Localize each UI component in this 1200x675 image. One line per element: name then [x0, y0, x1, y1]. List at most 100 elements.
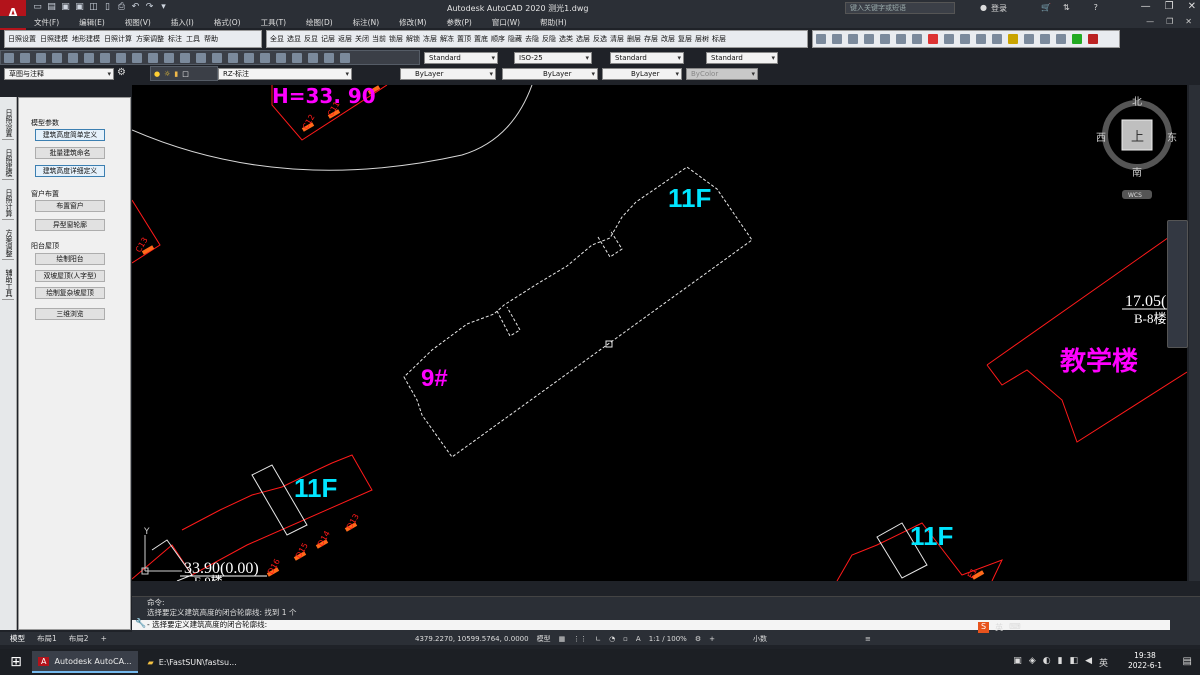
- zoom-icon[interactable]: [212, 52, 222, 63]
- tray-lang[interactable]: 英: [1099, 656, 1108, 669]
- ime-label[interactable]: 英: [995, 622, 1003, 633]
- zoom-window-icon[interactable]: [228, 52, 238, 63]
- btn-gable-roof[interactable]: 双坡屋顶(人字型): [35, 270, 105, 282]
- command-line[interactable]: 命令: 选择要定义建筑高度的闭合轮廓线: 找到 1 个 - 选择要定义建筑高度的…: [132, 596, 1200, 632]
- tool-icon[interactable]: [1056, 34, 1066, 44]
- notification-icon[interactable]: ▤: [1183, 656, 1192, 667]
- tb-help[interactable]: 帮助: [204, 34, 218, 44]
- tool-icon[interactable]: [912, 34, 922, 44]
- tb-layer-18[interactable]: 选层: [576, 34, 590, 44]
- doc-close-button[interactable]: ✕: [1185, 17, 1192, 26]
- tool-icon[interactable]: [864, 34, 874, 44]
- login-area[interactable]: ● 登录 🛒 ⇅ ?: [980, 3, 1098, 14]
- table-style-select[interactable]: Standard: [610, 52, 684, 64]
- grid-icon[interactable]: ▦: [559, 635, 566, 643]
- tb-layer-26[interactable]: 标层: [712, 34, 726, 44]
- sheetset-icon[interactable]: [292, 52, 302, 63]
- tb-layer-10[interactable]: 解冻: [440, 34, 454, 44]
- tb-sun-calc[interactable]: 日照计算: [104, 34, 132, 44]
- taskbar-explorer[interactable]: ▰ E:\FastSUN\fastsu...: [142, 651, 243, 673]
- toolpalette-icon[interactable]: [276, 52, 286, 63]
- menu-help[interactable]: 帮助(H): [540, 17, 567, 28]
- tab-add[interactable]: +: [101, 634, 107, 643]
- redo-icon[interactable]: ↷: [144, 2, 155, 13]
- tb-layer-22[interactable]: 存层: [644, 34, 658, 44]
- redo-icon[interactable]: [180, 52, 190, 63]
- wrench-icon[interactable]: 🔧: [135, 619, 146, 629]
- btn-draw-balcony[interactable]: 绘制阳台: [35, 253, 105, 265]
- tab-layout2[interactable]: 布局2: [69, 633, 89, 644]
- publish-icon[interactable]: [84, 52, 94, 63]
- btn-3d-browse[interactable]: 三维浏览: [35, 308, 105, 320]
- tb-layer-4[interactable]: 返层: [338, 34, 352, 44]
- menu-format[interactable]: 格式(O): [214, 17, 241, 28]
- tb-tools[interactable]: 工具: [186, 34, 200, 44]
- tb-layer-15[interactable]: 去隐: [525, 34, 539, 44]
- undo-icon[interactable]: [164, 52, 174, 63]
- chat-icon[interactable]: ◐: [1043, 656, 1051, 669]
- btn-simple-height[interactable]: 建筑高度简单定义: [35, 129, 105, 141]
- cart-icon[interactable]: 🛒: [1041, 3, 1051, 14]
- menu-view[interactable]: 视图(V): [125, 17, 151, 28]
- navigation-bar[interactable]: [1167, 220, 1188, 348]
- tb-layer-17[interactable]: 选类: [559, 34, 573, 44]
- menu-dimension[interactable]: 标注(N): [353, 17, 379, 28]
- plotstyle-select[interactable]: ByColor: [686, 68, 758, 80]
- add-icon[interactable]: +: [709, 635, 715, 643]
- tb-layer-2[interactable]: 反显: [304, 34, 318, 44]
- battery-icon[interactable]: ▮: [1058, 656, 1063, 669]
- close-button[interactable]: ✕: [1188, 1, 1196, 12]
- tb-layer-6[interactable]: 当前: [372, 34, 386, 44]
- vtab-sun-model[interactable]: 日照建模: [2, 147, 14, 180]
- text-style-select[interactable]: Standard: [424, 52, 498, 64]
- tool-icon[interactable]: [880, 34, 890, 44]
- vtab-aux-tools[interactable]: 辅助工具: [2, 267, 14, 300]
- tool-icon[interactable]: [928, 34, 938, 44]
- tb-layer-20[interactable]: 清层: [610, 34, 624, 44]
- tool-icon[interactable]: [832, 34, 842, 44]
- tb-layer-1[interactable]: 选显: [287, 34, 301, 44]
- workspace-select[interactable]: 草图与注释: [4, 68, 114, 80]
- doc-restore-button[interactable]: ❐: [1166, 17, 1173, 26]
- viewcube-east[interactable]: 东: [1167, 131, 1177, 144]
- viewcube-south[interactable]: 南: [1132, 166, 1142, 179]
- print-icon[interactable]: [52, 52, 62, 63]
- ortho-icon[interactable]: ∟: [595, 635, 601, 643]
- tray-icon[interactable]: ▣: [1013, 656, 1022, 669]
- model-space-toggle[interactable]: 模型: [537, 634, 551, 644]
- polar-icon[interactable]: ◔: [609, 635, 615, 643]
- tb-layer-25[interactable]: 层树: [695, 34, 709, 44]
- doc-minimize-button[interactable]: —: [1146, 17, 1154, 26]
- preview-icon[interactable]: [68, 52, 78, 63]
- menu-tools[interactable]: 工具(T): [261, 17, 286, 28]
- vtab-sun-calc[interactable]: 日照计算: [2, 187, 14, 220]
- taskbar-clock[interactable]: 19:38 2022-6-1: [1128, 651, 1162, 671]
- tb-layer-5[interactable]: 关闭: [355, 34, 369, 44]
- tool-icon[interactable]: [1072, 34, 1082, 44]
- menu-file[interactable]: 文件(F): [34, 17, 59, 28]
- tb-layer-11[interactable]: 置顶: [457, 34, 471, 44]
- btn-place-window[interactable]: 布置窗户: [35, 200, 105, 212]
- lock-icon[interactable]: ▮: [174, 70, 178, 78]
- tool-icon[interactable]: [896, 34, 906, 44]
- menu-parameters[interactable]: 参数(P): [446, 17, 471, 28]
- undo-icon[interactable]: ↶: [130, 2, 141, 13]
- layer-select[interactable]: RZ-标注: [218, 68, 352, 80]
- help-icon[interactable]: ?: [1094, 3, 1098, 14]
- minimize-button[interactable]: —: [1141, 1, 1151, 12]
- network-icon[interactable]: ◧: [1070, 656, 1079, 669]
- btn-irregular-window[interactable]: 异型窗轮廓: [35, 219, 105, 231]
- tab-layout1[interactable]: 布局1: [37, 633, 57, 644]
- login-label[interactable]: 登录: [991, 3, 1007, 14]
- copy-icon[interactable]: [116, 52, 126, 63]
- menu-modify[interactable]: 修改(M): [399, 17, 426, 28]
- units-readout[interactable]: 小数: [753, 634, 767, 644]
- properties-icon[interactable]: [244, 52, 254, 63]
- annotation-icon[interactable]: A: [636, 635, 641, 643]
- menu-edit[interactable]: 编辑(E): [79, 17, 105, 28]
- color-select[interactable]: ByLayer: [400, 68, 496, 80]
- ime-icon[interactable]: ⌨: [1009, 622, 1021, 633]
- tb-layer-13[interactable]: 顺序: [491, 34, 505, 44]
- customize-icon[interactable]: ▾: [158, 2, 169, 13]
- tb-layer-12[interactable]: 置底: [474, 34, 488, 44]
